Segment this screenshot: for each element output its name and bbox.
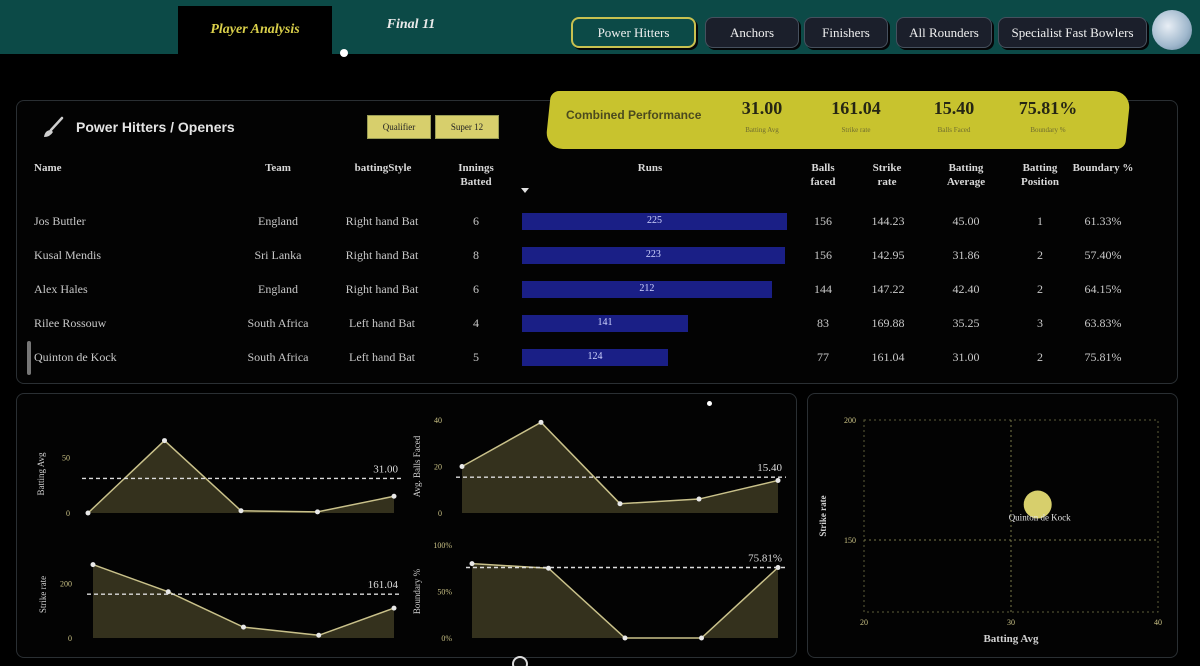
scatter-chart-svg: 20 30 40 200 150 Batting Avg Strike rate Quinto… <box>818 416 1162 645</box>
y-tick-label: 150 <box>844 536 856 545</box>
scroll-handle[interactable] <box>512 656 528 666</box>
x-axis-label: Batting Avg <box>983 633 1039 645</box>
scatter-point-label: Quinton de Kock <box>1009 513 1071 523</box>
x-tick-label: 20 <box>860 618 868 627</box>
y-tick-label: 200 <box>844 416 856 425</box>
y-axis-label: Strike rate <box>818 495 828 536</box>
x-tick-label: 30 <box>1007 618 1015 627</box>
x-tick-label: 40 <box>1154 618 1162 627</box>
